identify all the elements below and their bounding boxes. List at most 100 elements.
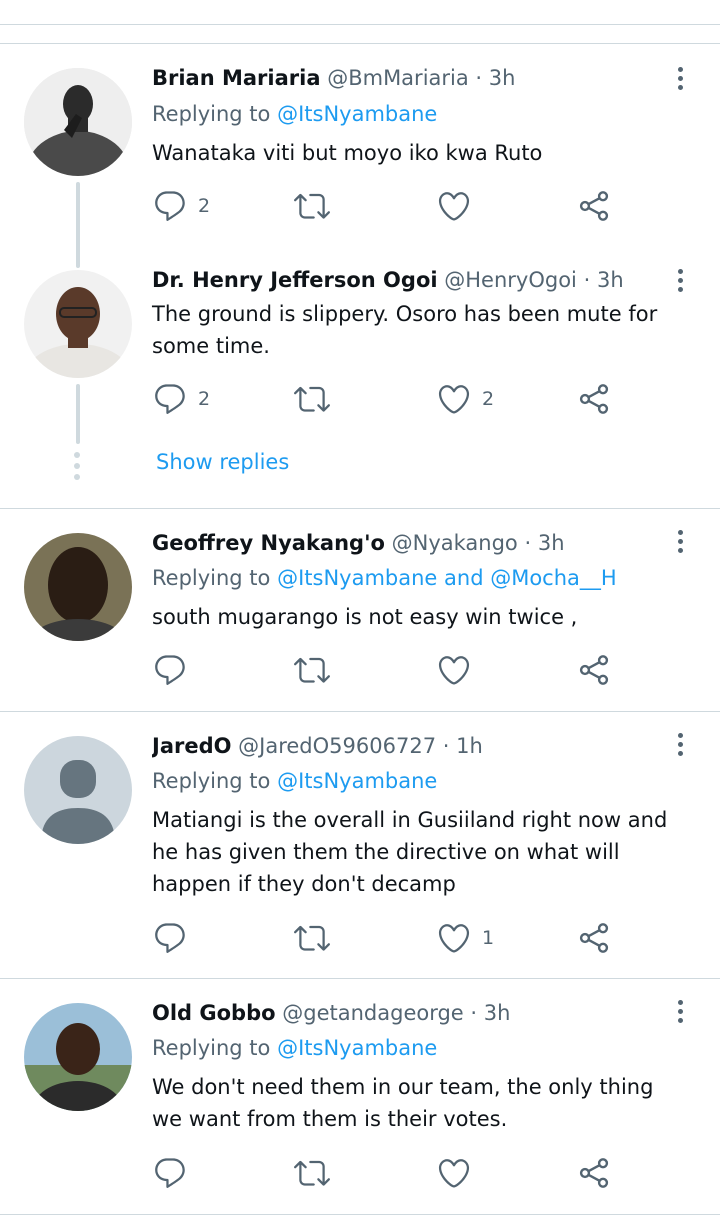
action-bar: 1 — [152, 918, 632, 958]
replying-to: Replying to @ItsNyambane — [152, 766, 437, 796]
replying-label: Replying to — [152, 102, 271, 126]
reply-icon — [152, 920, 188, 956]
reply-button[interactable] — [152, 918, 198, 958]
reply-button[interactable]: 2 — [152, 379, 210, 419]
retweet-icon — [294, 920, 330, 956]
timestamp[interactable]: 3h — [597, 268, 624, 292]
like-icon — [436, 1155, 472, 1191]
reply-count: 2 — [198, 195, 211, 217]
tweet-header: Dr. Henry Jefferson Ogoi @HenryOgoi · 3h — [152, 265, 660, 295]
mention-link[interactable]: @ItsNyambane — [277, 102, 437, 126]
retweet-button[interactable] — [294, 186, 340, 226]
like-button[interactable] — [436, 1153, 482, 1193]
retweet-button[interactable] — [294, 379, 340, 419]
share-button[interactable] — [576, 918, 612, 958]
like-button[interactable]: 2 — [436, 379, 494, 419]
like-icon — [436, 381, 472, 417]
thread-line — [76, 182, 80, 268]
reply-button[interactable] — [152, 650, 198, 690]
like-button[interactable] — [436, 186, 482, 226]
tweet-text: south mugarango is not easy win twice , — [152, 605, 578, 629]
replying-label: Replying to — [152, 1036, 271, 1060]
like-button[interactable] — [436, 650, 482, 690]
separator: · — [583, 268, 591, 292]
retweet-icon — [294, 188, 330, 224]
timestamp[interactable]: 3h — [538, 531, 565, 555]
separator: · — [475, 66, 483, 90]
handle[interactable]: @getandageorge — [282, 1001, 463, 1025]
action-bar: 2 — [152, 186, 632, 226]
show-replies-link[interactable]: Show replies — [156, 447, 289, 477]
retweet-button[interactable] — [294, 1153, 340, 1193]
bottom-divider — [0, 1214, 720, 1215]
replying-label: Replying to — [152, 769, 271, 793]
like-icon — [436, 188, 472, 224]
handle[interactable]: @Nyakango — [392, 531, 518, 555]
retweet-icon — [294, 652, 330, 688]
display-name[interactable]: Dr. Henry Jefferson Ogoi — [152, 268, 438, 292]
share-button[interactable] — [576, 650, 612, 690]
tweet-brian-mariaria[interactable]: Brian Mariaria @BmMariaria · 3h Replying… — [0, 44, 720, 508]
handle[interactable]: @HenryOgoi — [444, 268, 577, 292]
more-icon[interactable] — [664, 728, 696, 760]
tweet-header: Old Gobbo @getandageorge · 3h — [152, 998, 660, 1028]
share-button[interactable] — [576, 379, 612, 419]
replying-to: Replying to @ItsNyambane and @Mocha__H — [152, 563, 617, 593]
reply-count: 2 — [198, 388, 211, 410]
tweet-geoffrey-nyakango[interactable]: Geoffrey Nyakang'o @Nyakango · 3h Replyi… — [0, 509, 720, 711]
share-button[interactable] — [576, 1153, 612, 1193]
action-bar — [152, 650, 632, 690]
action-bar: 2 2 — [152, 379, 632, 419]
display-name[interactable]: JaredO — [152, 734, 231, 758]
share-icon — [576, 1155, 612, 1191]
avatar[interactable] — [24, 736, 132, 844]
avatar-photo — [24, 533, 132, 641]
avatar[interactable] — [24, 533, 132, 641]
tweet-text: Wanataka viti but moyo iko kwa Ruto — [152, 141, 543, 165]
reply-button[interactable] — [152, 1153, 198, 1193]
mention-link[interactable]: @ItsNyambane and @Mocha__H — [277, 566, 617, 590]
timestamp[interactable]: 3h — [489, 66, 516, 90]
tweet-text: Matiangi is the overall in Gusiiland rig… — [152, 808, 668, 896]
reply-icon — [152, 381, 188, 417]
retweet-button[interactable] — [294, 918, 340, 958]
share-icon — [576, 381, 612, 417]
retweet-button[interactable] — [294, 650, 340, 690]
more-icon[interactable] — [664, 62, 696, 94]
avatar[interactable] — [24, 68, 132, 176]
like-icon — [436, 652, 472, 688]
tweet-header: Geoffrey Nyakang'o @Nyakango · 3h — [152, 528, 660, 558]
retweet-icon — [294, 1155, 330, 1191]
tweet-old-gobbo[interactable]: Old Gobbo @getandageorge · 3h Replying t… — [0, 979, 720, 1214]
display-name[interactable]: Old Gobbo — [152, 1001, 276, 1025]
like-icon — [436, 920, 472, 956]
avatar[interactable] — [24, 270, 132, 378]
like-button[interactable]: 1 — [436, 918, 494, 958]
handle[interactable]: @BmMariaria — [327, 66, 469, 90]
more-icon[interactable] — [664, 525, 696, 557]
timestamp[interactable]: 3h — [484, 1001, 511, 1025]
handle[interactable]: @JaredO59606727 — [238, 734, 436, 758]
tweet-text: The ground is slippery. Osoro has been m… — [152, 302, 658, 358]
display-name[interactable]: Brian Mariaria — [152, 66, 321, 90]
more-icon[interactable] — [664, 264, 696, 296]
share-icon — [576, 652, 612, 688]
replying-to: Replying to @ItsNyambane — [152, 1033, 437, 1063]
replying-label: Replying to — [152, 566, 271, 590]
like-count: 2 — [482, 388, 495, 410]
tweet-header: JaredO @JaredO59606727 · 1h — [152, 731, 660, 761]
share-icon — [576, 188, 612, 224]
tweet-jaredo[interactable]: JaredO @JaredO59606727 · 1h Replying to … — [0, 712, 720, 978]
share-button[interactable] — [576, 186, 612, 226]
reply-icon — [152, 652, 188, 688]
avatar-photo — [24, 68, 132, 176]
reply-button[interactable]: 2 — [152, 186, 210, 226]
avatar[interactable] — [24, 1003, 132, 1111]
timestamp[interactable]: 1h — [456, 734, 483, 758]
retweet-icon — [294, 381, 330, 417]
display-name[interactable]: Geoffrey Nyakang'o — [152, 531, 385, 555]
mention-link[interactable]: @ItsNyambane — [277, 769, 437, 793]
tweet-text: We don't need them in our team, the only… — [152, 1075, 654, 1131]
mention-link[interactable]: @ItsNyambane — [277, 1036, 437, 1060]
more-icon[interactable] — [664, 995, 696, 1027]
